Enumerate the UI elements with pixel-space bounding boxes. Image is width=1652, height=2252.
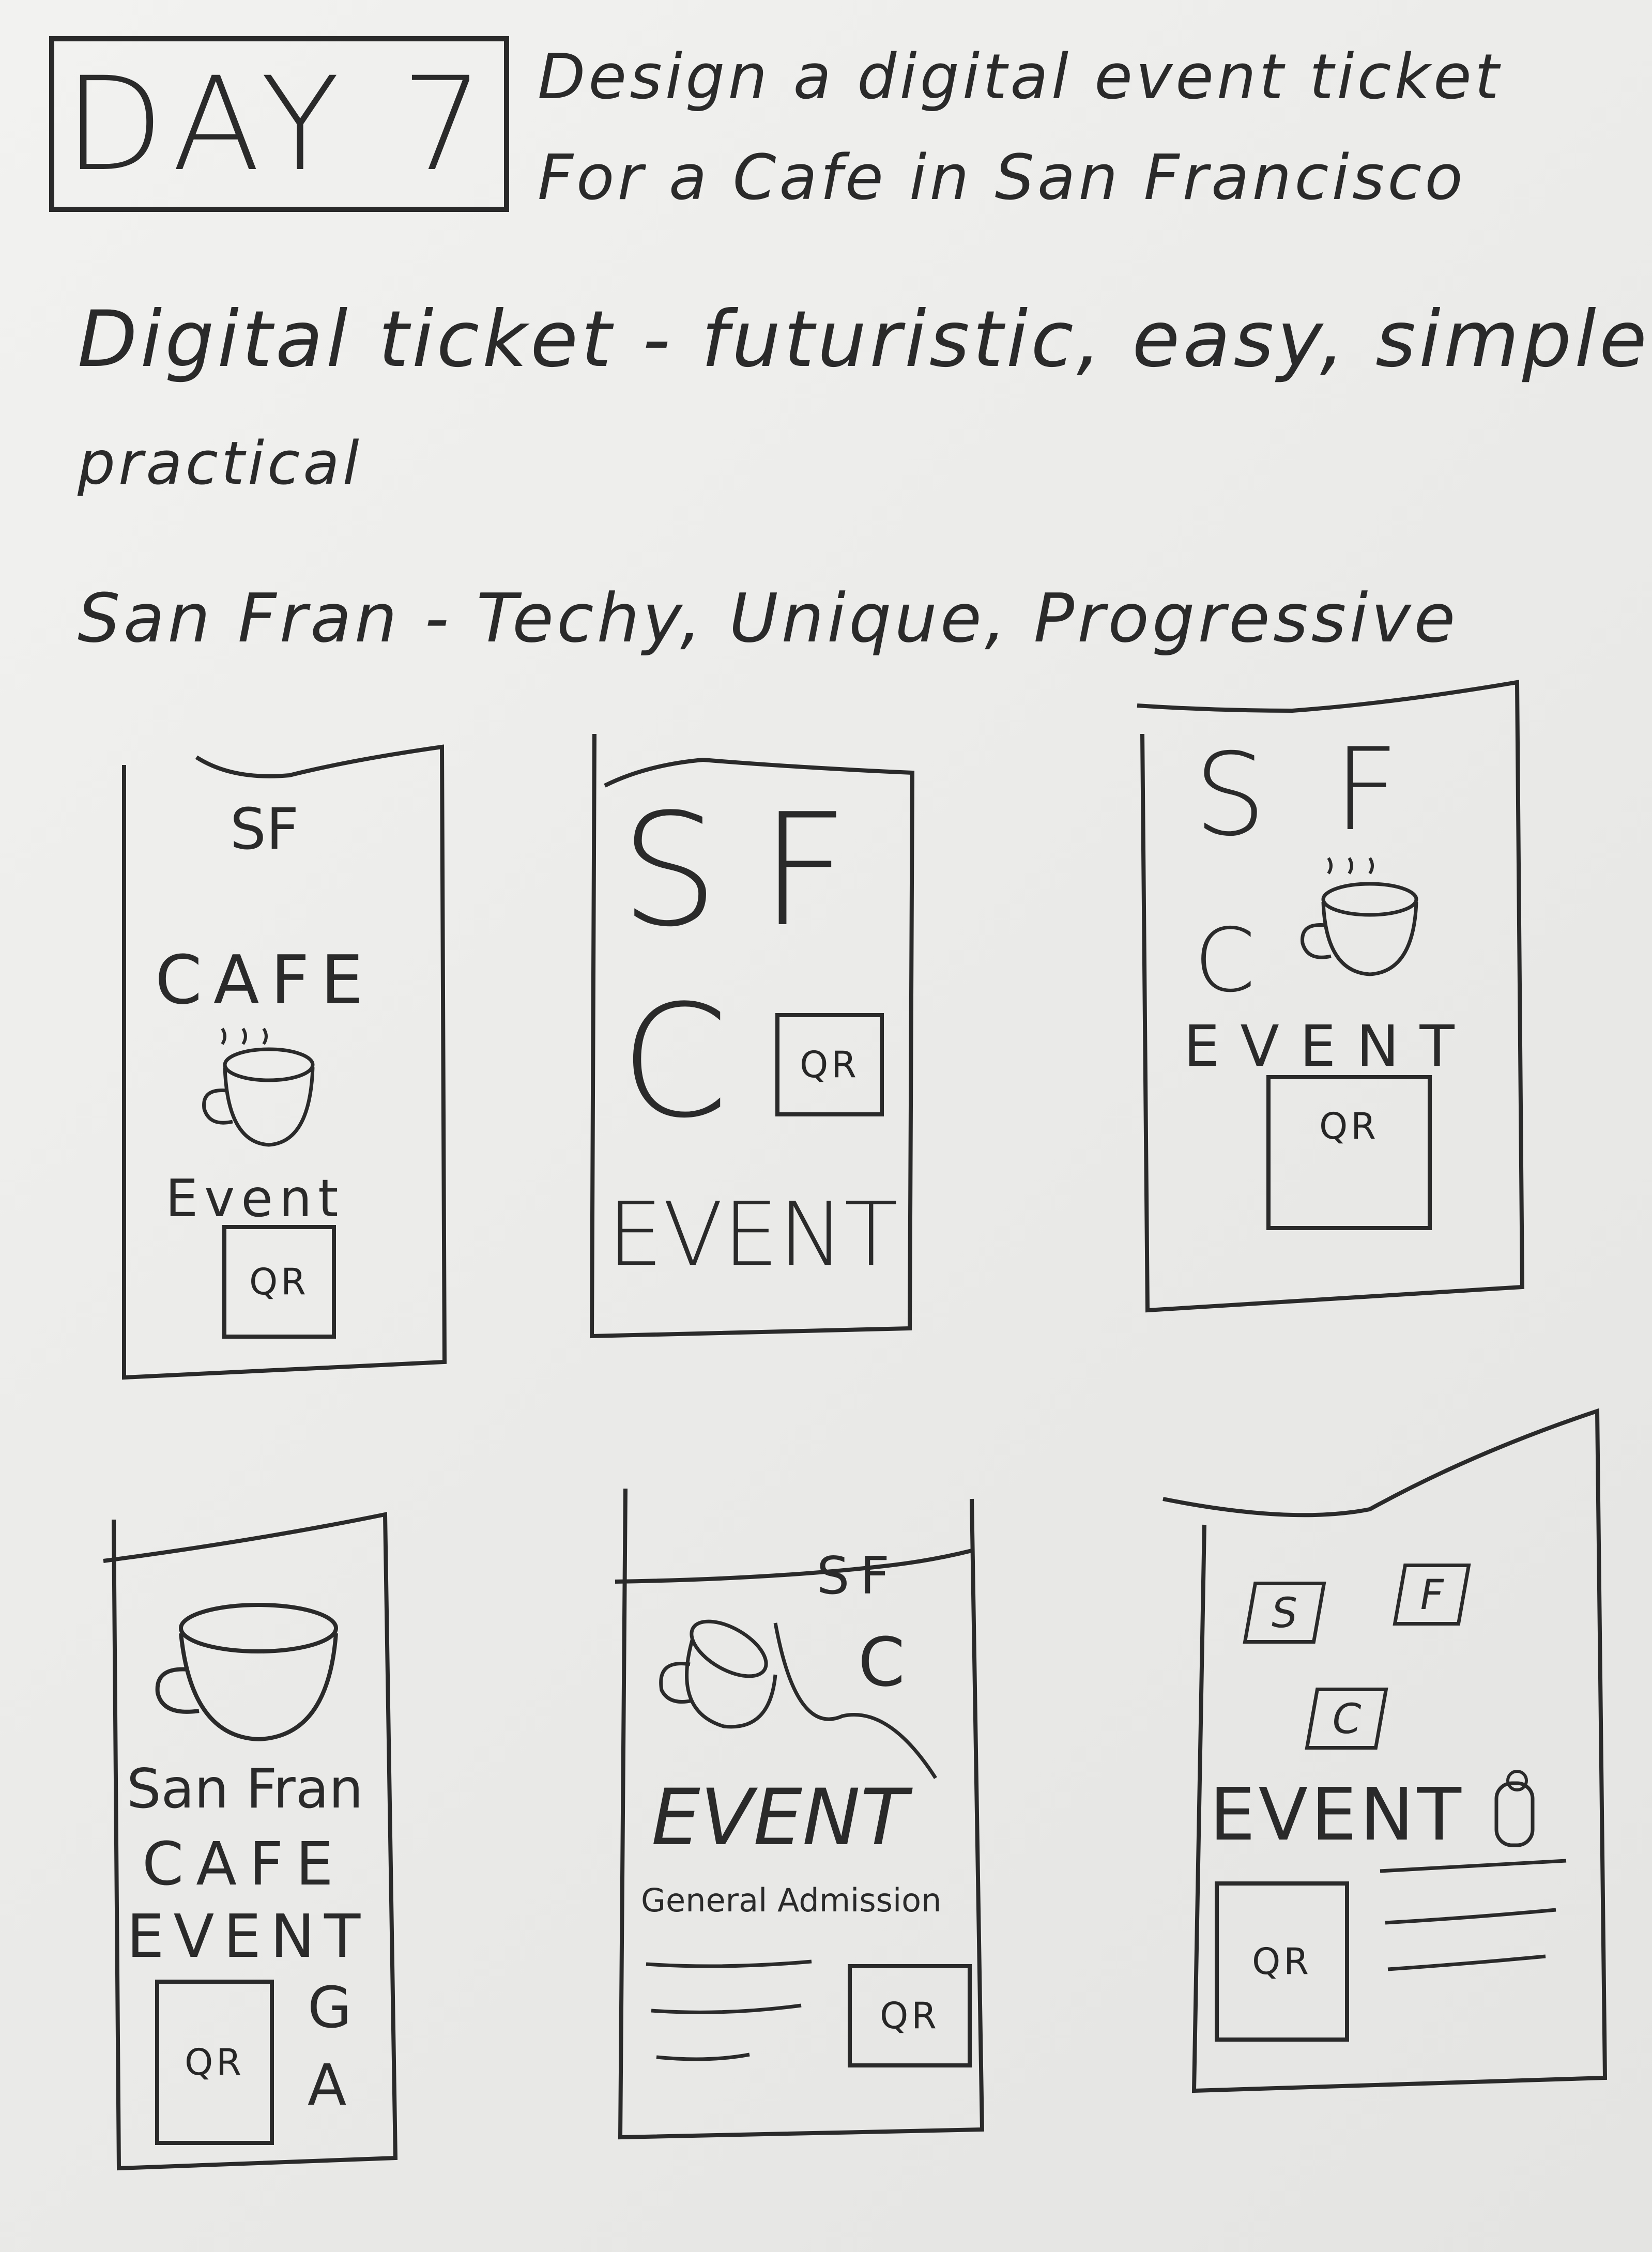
day-label-box: DAY 7 [49, 36, 509, 212]
logo-letter-c: C [858, 1623, 905, 1702]
info-lines [646, 1959, 812, 2061]
ticket-sketch-1: SF CAFE Event QR [119, 744, 450, 1380]
cube-c-icon: C [1305, 1688, 1388, 1750]
qr-code: QR [775, 1013, 884, 1116]
notebook-page: DAY 7 Design a digital event ticket For … [0, 0, 1652, 2252]
qr-code: QR [155, 1980, 274, 2145]
coffee-cup-icon [202, 1028, 315, 1147]
ticket-sketch-4: San Fran CAFE EVENT QR G A [103, 1509, 398, 2171]
ticket-sketch-5: SF C EVENT General Admission QR [615, 1488, 987, 2140]
event-label: EVENT [1210, 1773, 1464, 1857]
qr-code: QR [848, 1964, 972, 2067]
qr-code: QR [1215, 1881, 1349, 2042]
event-label: EVENT [607, 1184, 898, 1286]
note-line-2: practical [78, 429, 362, 498]
logo-letter-c: C [1194, 910, 1256, 1012]
ticket-line-san-fran: San Fran [127, 1757, 363, 1820]
note-line-3: San Fran - Techy, Unique, Progressive [78, 579, 1459, 657]
day-label: DAY 7 [64, 49, 494, 200]
prompt-line-1: Design a digital event ticket [538, 41, 1502, 113]
coffee-cup-icon [1301, 857, 1418, 976]
ticket-sketch-2: S F C QR EVENT [589, 733, 920, 1339]
cube-s-icon: S [1243, 1582, 1326, 1644]
qr-code: QR [222, 1225, 336, 1339]
event-label: EVENT [651, 1773, 908, 1863]
coffee-cup-icon [155, 1603, 338, 1742]
ticket-line-event: EVENT [127, 1902, 370, 1971]
sf-logo: SF [230, 796, 299, 862]
ticket-title: CAFE [155, 941, 375, 1019]
prompt-line-2: For a Cafe in San Francisco [538, 142, 1466, 214]
logo-letter-s: S [1194, 729, 1266, 861]
logo-letter-f: F [760, 780, 849, 961]
cube-f-icon: F [1393, 1564, 1471, 1626]
event-label: Event [165, 1168, 345, 1229]
info-lines [1380, 1859, 1567, 1971]
note-line-1: Digital ticket - futuristic, easy, simpl… [78, 295, 1650, 385]
logo-letter-c: C [620, 972, 729, 1152]
ticket-sketch-6: S F C EVENT QR [1162, 1406, 1608, 2093]
sf-logo: SF [817, 1545, 900, 1606]
ticket-subtitle: General Admission [641, 1881, 942, 1919]
pouring-cup-icon [659, 1619, 777, 1729]
ticket-line-cafe: CAFE [142, 1830, 346, 1899]
logo-letter-s: S [620, 780, 719, 961]
cup-small-icon [1494, 1770, 1535, 1847]
ticket-sketch-3: S F C EVENT QR [1137, 667, 1530, 1313]
logo-letter-f: F [1334, 724, 1399, 856]
event-label: EVENT [1184, 1013, 1475, 1079]
ticket-side-a: A [308, 2052, 347, 2118]
qr-code: QR [1266, 1075, 1432, 1230]
ticket-side-g: G [308, 1974, 352, 2041]
